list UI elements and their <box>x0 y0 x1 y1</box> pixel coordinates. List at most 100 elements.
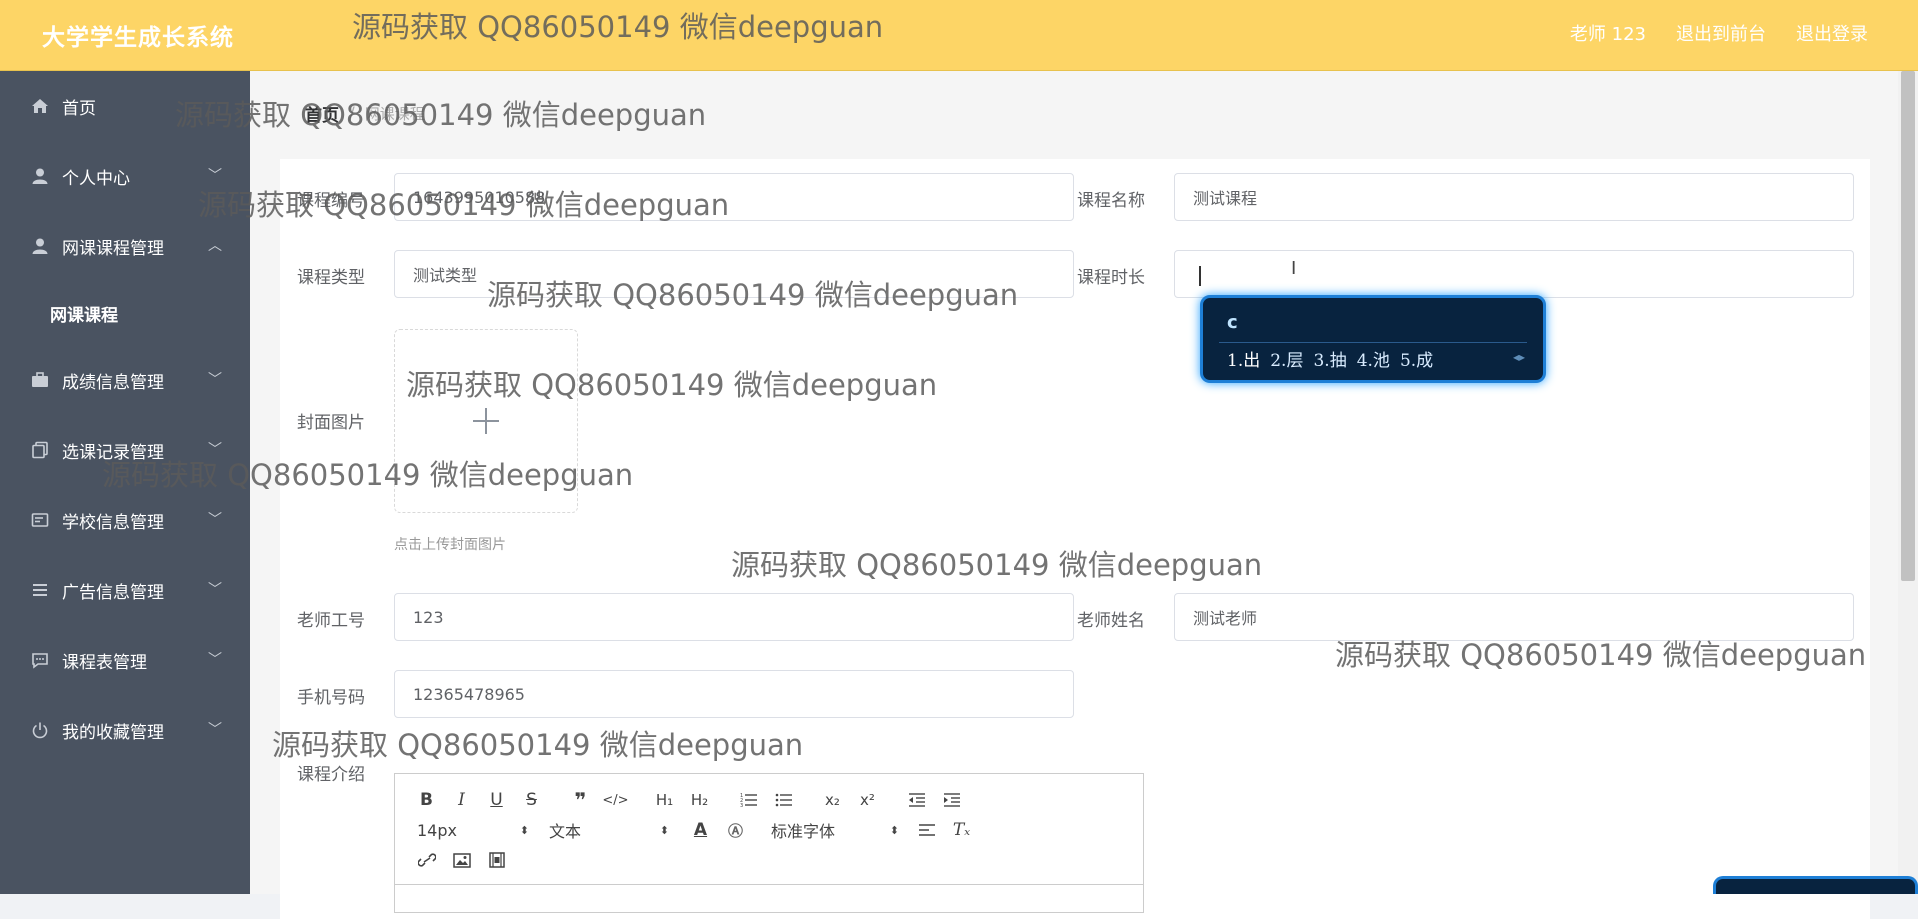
sidebar-item-course-management[interactable]: 网课课程管理 ︿ <box>0 211 250 281</box>
sidebar-item-school-info[interactable]: 学校信息管理 ﹀ <box>0 485 250 555</box>
text-caret <box>1199 266 1201 286</box>
editor-toolbar-row-1: B I U S ❞ </> H₁ H₂ 123 x₂ x² <box>409 788 969 812</box>
breadcrumb-home[interactable]: 首页 <box>305 101 339 126</box>
sidebar-item-label: 我的收藏管理 <box>62 722 164 743</box>
course-name-input[interactable]: 测试课程 <box>1174 173 1854 221</box>
sidebar-item-timetable[interactable]: 课程表管理 ﹀ <box>0 625 250 695</box>
phone-input[interactable]: 12365478965 <box>394 670 1074 718</box>
current-user-label: 老师 123 <box>1569 24 1646 45</box>
chevron-up-icon: ︿ <box>208 238 222 254</box>
ime-candidate[interactable]: 5.成 <box>1400 346 1433 371</box>
paragraph-value: 文本 <box>549 822 582 841</box>
ime-candidate[interactable]: 4.池 <box>1357 346 1390 371</box>
sidebar-item-label: 课程表管理 <box>62 652 147 673</box>
align-icon[interactable] <box>909 818 944 842</box>
sidebar-item-favorites[interactable]: 我的收藏管理 ﹀ <box>0 695 250 765</box>
superscript-icon[interactable]: x² <box>850 788 885 812</box>
upload-hint: 点击上传封面图片 <box>394 537 506 553</box>
image-icon[interactable] <box>444 848 479 872</box>
sidebar-item-personal-center[interactable]: 个人中心 ﹀ <box>0 141 250 211</box>
power-icon <box>30 720 50 740</box>
sidebar-item-enrollment[interactable]: 选课记录管理 ﹀ <box>0 415 250 485</box>
ime-candidate[interactable]: 2.层 <box>1270 346 1303 371</box>
breadcrumb-current: 网课课程 <box>364 105 425 123</box>
editor-toolbar-row-3 <box>409 848 514 872</box>
course-no-input[interactable]: 1643995010588 <box>394 173 1074 221</box>
strikethrough-icon[interactable]: S <box>514 788 549 812</box>
teacher-no-input[interactable]: 123 <box>394 593 1074 641</box>
duration-input[interactable] <box>1174 250 1854 298</box>
sidebar-item-grades[interactable]: 成绩信息管理 ﹀ <box>0 345 250 415</box>
code-block-icon[interactable]: </> <box>598 788 633 812</box>
sidebar-subitem-online-course[interactable]: 网课课程 <box>0 281 250 345</box>
course-no-label: 课程编号 <box>297 191 365 211</box>
scrollbar-thumb[interactable] <box>1901 71 1915 581</box>
cover-label: 封面图片 <box>297 413 365 433</box>
bullet-list-icon[interactable] <box>766 788 801 812</box>
sidebar-item-label: 学校信息管理 <box>62 512 164 533</box>
font-size-select[interactable]: 14px ⬍ <box>409 818 529 842</box>
ime-candidates: 1.出 2.层 3.抽 4.池 5.成 <box>1227 346 1433 371</box>
video-icon[interactable] <box>479 848 514 872</box>
ime-candidate-popup: c 1.出 2.层 3.抽 4.池 5.成 ◂▸ <box>1200 295 1546 383</box>
font-color-icon[interactable]: A <box>683 818 718 842</box>
bold-icon[interactable]: B <box>409 788 444 812</box>
duration-label: 课程时长 <box>1077 268 1145 288</box>
sidebar-item-label: 成绩信息管理 <box>62 372 164 393</box>
sidebar-item-ads[interactable]: 广告信息管理 ﹀ <box>0 555 250 625</box>
clear-format-icon[interactable]: Tₓ <box>944 818 979 842</box>
cover-upload-box[interactable] <box>394 329 578 513</box>
phone-label: 手机号码 <box>297 688 365 708</box>
select-arrows-icon: ⬍ <box>889 823 899 837</box>
paragraph-select[interactable]: 文本 ⬍ <box>529 818 669 842</box>
breadcrumb: 首页 / 网课课程 <box>305 101 425 127</box>
ime-candidate[interactable]: 1.出 <box>1227 346 1260 371</box>
svg-text:3: 3 <box>740 803 743 808</box>
italic-icon[interactable]: I <box>444 788 479 812</box>
underline-icon[interactable]: U <box>479 788 514 812</box>
app-title: 大学学生成长系统 <box>42 25 234 51</box>
intro-label: 课程介绍 <box>297 765 365 785</box>
font-family-select[interactable]: 标准字体 ⬍ <box>753 818 899 842</box>
teacher-no-label: 老师工号 <box>297 611 365 631</box>
indent-icon[interactable] <box>934 788 969 812</box>
ime-toolbar-edge <box>1713 876 1918 894</box>
chevron-down-icon: ﹀ <box>208 168 222 184</box>
page-scrollbar[interactable] <box>1898 71 1918 894</box>
select-arrows-icon: ⬍ <box>659 823 669 837</box>
outdent-icon[interactable] <box>899 788 934 812</box>
logout-link[interactable]: 退出登录 <box>1796 20 1868 46</box>
chat-icon <box>30 650 50 670</box>
background-color-icon[interactable]: Ⓐ <box>718 818 753 842</box>
subscript-icon[interactable]: x₂ <box>815 788 850 812</box>
back-to-front-link[interactable]: 退出到前台 <box>1676 20 1766 46</box>
ordered-list-icon[interactable]: 123 <box>731 788 766 812</box>
sidebar-item-label: 个人中心 <box>62 168 130 189</box>
text-cursor-icon: I <box>1291 258 1297 279</box>
blockquote-icon[interactable]: ❞ <box>563 788 598 812</box>
sidebar-item-home[interactable]: 首页 <box>0 71 250 141</box>
heading2-icon[interactable]: H₂ <box>682 788 717 812</box>
rich-text-editor: B I U S ❞ </> H₁ H₂ 123 x₂ x² 14px ⬍ 文本 … <box>394 773 1144 913</box>
plus-icon <box>473 408 499 434</box>
sidebar: 首页 个人中心 ﹀ 网课课程管理 ︿ 网课课程 成绩信息管理 ﹀ 选课记录管理 … <box>0 71 250 894</box>
teacher-name-input[interactable]: 测试老师 <box>1174 593 1854 641</box>
home-icon <box>30 96 50 116</box>
ime-page-arrows-icon[interactable]: ◂▸ <box>1513 350 1525 364</box>
user-icon <box>30 236 50 256</box>
user-icon <box>30 166 50 186</box>
chevron-down-icon: ﹀ <box>208 512 222 528</box>
chevron-down-icon: ﹀ <box>208 372 222 388</box>
heading1-icon[interactable]: H₁ <box>647 788 682 812</box>
course-type-input[interactable]: 测试类型 <box>394 250 1074 298</box>
chevron-down-icon: ﹀ <box>208 442 222 458</box>
font-size-value: 14px <box>417 820 457 840</box>
ime-divider <box>1219 342 1527 343</box>
header-actions: 老师 123 退出到前台 退出登录 <box>1570 20 1868 46</box>
ime-input-text: c <box>1227 312 1238 333</box>
editor-body[interactable] <box>395 884 1143 915</box>
course-form: 课程编号 1643995010588 课程名称 测试课程 课程类型 测试类型 课… <box>280 159 1870 919</box>
font-family-value: 标准字体 <box>771 822 836 841</box>
link-icon[interactable] <box>409 848 444 872</box>
ime-candidate[interactable]: 3.抽 <box>1313 346 1346 371</box>
